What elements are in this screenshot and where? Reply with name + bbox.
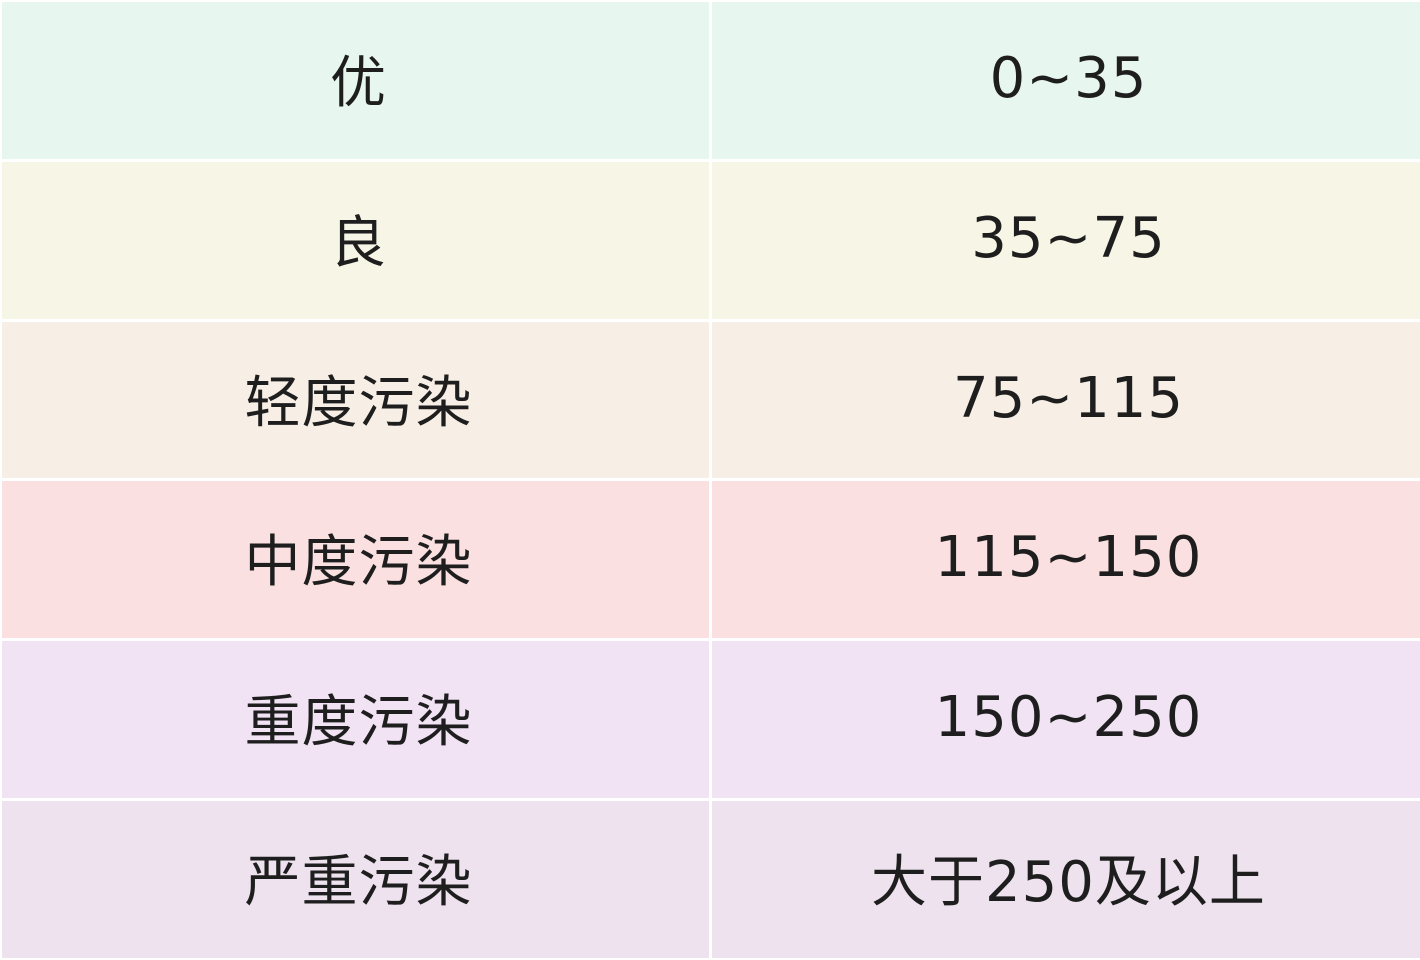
- table-cell-range: 150~250: [712, 641, 1420, 799]
- table-cell-level: 重度污染: [2, 641, 709, 799]
- table-cell-level: 优: [2, 2, 709, 159]
- table-cell-level: 轻度污染: [2, 321, 709, 479]
- table-cell-level: 良: [2, 161, 709, 319]
- air-quality-table: 优 0~35 良 35~75 轻度污染 75~115 中度污染 115~150 …: [0, 0, 1420, 960]
- table-cell-range: 75~115: [712, 321, 1420, 479]
- table-cell-level: 严重污染: [2, 801, 709, 958]
- table-cell-range: 大于250及以上: [712, 801, 1420, 958]
- table-cell-range: 0~35: [712, 2, 1420, 159]
- table-cell-range: 115~150: [712, 481, 1420, 639]
- table-cell-range: 35~75: [712, 161, 1420, 319]
- table-cell-level: 中度污染: [2, 481, 709, 639]
